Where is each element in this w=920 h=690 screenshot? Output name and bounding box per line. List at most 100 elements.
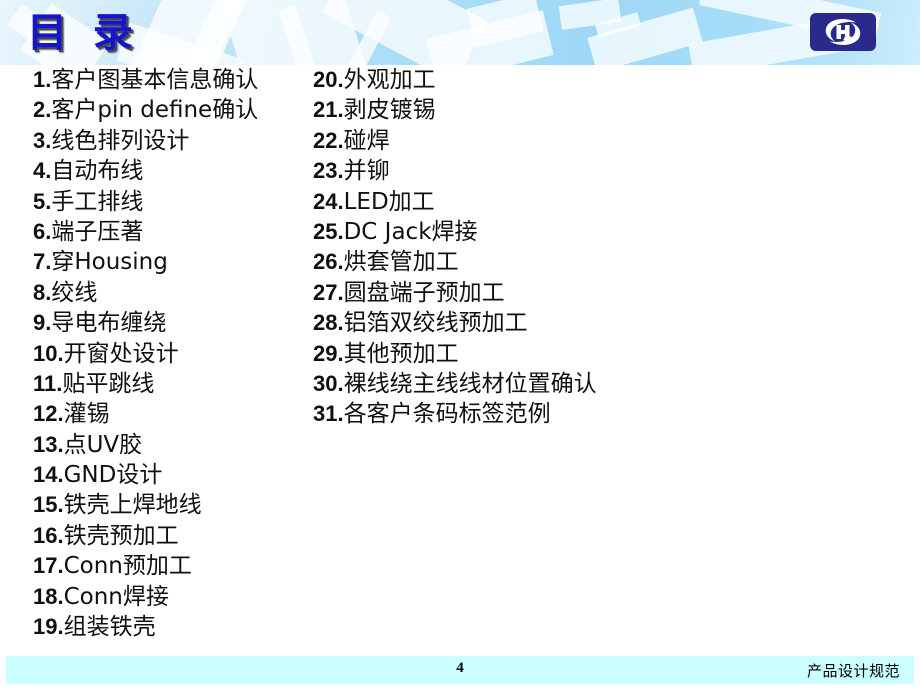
document-title: 产品设计规范 [806, 662, 900, 680]
toc-item[interactable]: 17.Conn预加工 [33, 551, 313, 581]
toc-item-label: 开窗处设计 [63, 340, 179, 367]
toc-item[interactable]: 9.导电布缠绕 [33, 308, 313, 338]
toc-item[interactable]: 27.圆盘端子预加工 [313, 278, 873, 308]
toc-item[interactable]: 28.铝箔双绞线预加工 [313, 308, 873, 338]
toc-item[interactable]: 10.开窗处设计 [33, 339, 313, 369]
toc-content: 1.客户图基本信息确认 2.客户pin define确认 3.线色排列设计 4.… [0, 65, 920, 650]
toc-item-number: 14. [33, 462, 64, 488]
toc-item[interactable]: 13.点UV胶 [33, 430, 313, 460]
toc-item-label: DC Jack焊接 [343, 218, 478, 245]
toc-item-number: 30. [313, 370, 344, 396]
toc-item-number: 21. [313, 97, 344, 123]
toc-item[interactable]: 26.烘套管加工 [313, 247, 873, 277]
toc-item[interactable]: 15.铁壳上焊地线 [33, 490, 313, 520]
toc-item[interactable]: 22.碰焊 [313, 126, 873, 156]
toc-item-label: 各客户条码标签范例 [343, 401, 551, 428]
toc-item-number: 12. [33, 401, 64, 427]
toc-item-number: 24. [313, 188, 344, 214]
toc-item-label: GND设计 [63, 462, 163, 489]
header-banner: 目 录 [0, 0, 920, 65]
toc-item[interactable]: 7.穿Housing [33, 247, 313, 277]
slide-footer: 4 产品设计规范 [6, 656, 914, 684]
toc-item-label: 并铆 [343, 158, 390, 185]
toc-item[interactable]: 24.LED加工 [313, 187, 873, 217]
toc-item[interactable]: 20.外观加工 [313, 65, 873, 95]
toc-item-label: 烘套管加工 [343, 249, 459, 276]
toc-item[interactable]: 21.剥皮镀锡 [313, 95, 873, 125]
toc-right-column: 20.外观加工 21.剥皮镀锡 22.碰焊 23.并铆 24.LED加工 25.… [313, 65, 873, 430]
page-number: 4 [456, 660, 464, 676]
toc-item-number: 11. [33, 370, 63, 396]
toc-item-label: 客户图基本信息确认 [51, 67, 259, 93]
toc-item-number: 16. [33, 522, 64, 548]
toc-item-label: 自动布线 [51, 158, 144, 185]
toc-item-label: 绞线 [51, 279, 98, 306]
toc-item-label: 端子压著 [51, 218, 144, 245]
toc-item-number: 3. [33, 127, 52, 153]
toc-item[interactable]: 25.DC Jack焊接 [313, 217, 873, 247]
toc-item-label: Conn预加工 [63, 553, 192, 580]
toc-item-number: 15. [33, 492, 64, 518]
toc-item[interactable]: 8.绞线 [33, 278, 313, 308]
toc-item-number: 17. [33, 553, 64, 579]
toc-item-number: 8. [33, 279, 52, 305]
toc-item-label: Conn焊接 [63, 583, 169, 610]
toc-item-label: 碰焊 [343, 127, 390, 154]
toc-item-number: 20. [313, 67, 344, 92]
toc-item[interactable]: 12.灌锡 [33, 399, 313, 429]
slide-title: 目 录 [27, 10, 139, 56]
toc-item[interactable]: 31.各客户条码标签范例 [313, 399, 873, 429]
toc-item-number: 6. [33, 218, 52, 244]
toc-item-label: 外观加工 [343, 67, 436, 93]
toc-item-number: 27. [313, 279, 344, 305]
toc-item-label: 线色排列设计 [51, 127, 190, 154]
toc-item-label: 铁壳上焊地线 [63, 492, 202, 519]
toc-item-label: 点UV胶 [63, 431, 143, 458]
company-logo [810, 13, 876, 51]
toc-item[interactable]: 29.其他预加工 [313, 339, 873, 369]
toc-item[interactable]: 18.Conn焊接 [33, 582, 313, 612]
toc-item[interactable]: 5.手工排线 [33, 187, 313, 217]
toc-item[interactable]: 4.自动布线 [33, 156, 313, 186]
toc-item-number: 29. [313, 340, 344, 366]
toc-item-number: 13. [33, 431, 64, 457]
toc-item-label: 灌锡 [63, 401, 110, 428]
toc-item-number: 31. [313, 401, 344, 427]
toc-item-number: 25. [313, 218, 344, 244]
toc-left-column: 1.客户图基本信息确认 2.客户pin define确认 3.线色排列设计 4.… [33, 65, 313, 642]
toc-item-label: 圆盘端子预加工 [343, 279, 505, 306]
toc-item-label: LED加工 [343, 188, 435, 215]
toc-item-number: 28. [313, 310, 344, 336]
toc-item[interactable]: 2.客户pin define确认 [33, 95, 313, 125]
toc-item-label: 组装铁壳 [63, 614, 156, 641]
toc-item-label: 导电布缠绕 [51, 310, 167, 337]
toc-item-number: 2. [33, 97, 52, 123]
toc-item[interactable]: 14.GND设计 [33, 460, 313, 490]
toc-item-label: 裸线绕主线线材位置确认 [343, 370, 597, 397]
company-logo-icon [825, 19, 861, 45]
toc-item[interactable]: 3.线色排列设计 [33, 126, 313, 156]
toc-item[interactable]: 23.并铆 [313, 156, 873, 186]
toc-item-number: 5. [33, 188, 52, 214]
toc-item-label: 贴平跳线 [62, 370, 155, 397]
toc-item[interactable]: 16.铁壳预加工 [33, 521, 313, 551]
toc-item-number: 1. [33, 67, 52, 92]
toc-item-number: 19. [33, 614, 64, 640]
toc-item-number: 22. [313, 127, 344, 153]
toc-item[interactable]: 11.贴平跳线 [33, 369, 313, 399]
toc-item-number: 18. [33, 583, 64, 609]
toc-item-label: 手工排线 [51, 188, 144, 215]
toc-item[interactable]: 19.组装铁壳 [33, 612, 313, 642]
toc-item-label: 客户pin define确认 [51, 97, 259, 124]
toc-item[interactable]: 6.端子压著 [33, 217, 313, 247]
toc-item-number: 26. [313, 249, 344, 275]
toc-item-number: 23. [313, 158, 344, 184]
toc-item-label: 其他预加工 [343, 340, 459, 367]
toc-item-number: 9. [33, 310, 52, 336]
toc-item-number: 10. [33, 340, 64, 366]
toc-item[interactable]: 30.裸线绕主线线材位置确认 [313, 369, 873, 399]
toc-item-label: 铝箔双绞线预加工 [343, 310, 528, 337]
toc-item[interactable]: 1.客户图基本信息确认 [33, 65, 313, 95]
toc-item-label: 铁壳预加工 [63, 522, 179, 549]
toc-item-label: 剥皮镀锡 [343, 97, 436, 124]
